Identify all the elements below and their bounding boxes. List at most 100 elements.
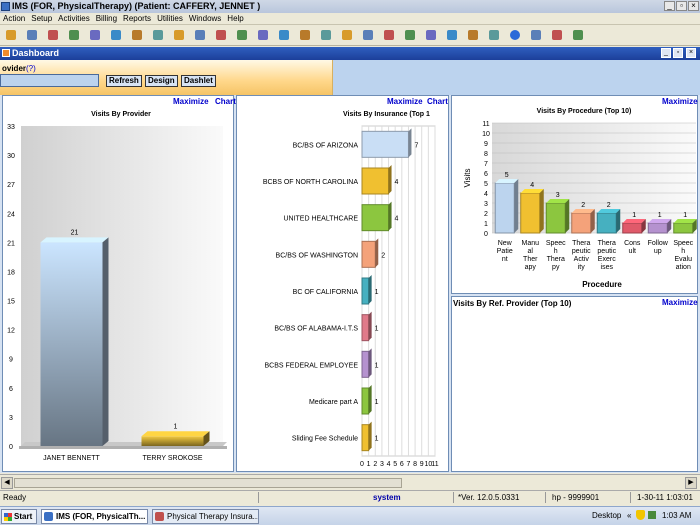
- provider-input[interactable]: [0, 74, 99, 87]
- x-tick-label: Manu al Ther apy: [521, 240, 539, 271]
- reports-icon[interactable]: [172, 28, 186, 42]
- notes-icon[interactable]: [67, 28, 81, 42]
- visits-by-procedure-panel: Maximize Visits By Procedure (Top 10) 0 1 2…: [451, 95, 698, 294]
- taskbar-item-ims[interactable]: IMS (FOR, PhysicalTh...: [41, 509, 148, 524]
- data-label: 1: [683, 212, 687, 219]
- payments-icon[interactable]: [130, 28, 144, 42]
- design-button[interactable]: Design: [145, 75, 178, 87]
- bar-top: [546, 199, 570, 203]
- menu-action[interactable]: Action: [0, 13, 28, 25]
- menu-windows[interactable]: Windows: [186, 13, 224, 25]
- y-tick-label: 12: [7, 328, 15, 335]
- data-label: 1: [174, 423, 178, 430]
- search-icon[interactable]: [256, 28, 270, 42]
- statements-icon[interactable]: [151, 28, 165, 42]
- x-tick-label-line: Manu: [521, 240, 539, 247]
- maximize-link[interactable]: Maximize: [387, 97, 423, 106]
- exit-icon[interactable]: [571, 28, 585, 42]
- y-tick-label: 3: [484, 201, 488, 208]
- forms-icon[interactable]: [361, 28, 375, 42]
- data-label: 2: [607, 202, 611, 209]
- menu-utilities[interactable]: Utilities: [154, 13, 186, 25]
- tray-chevron-icon[interactable]: «: [627, 511, 631, 520]
- edit-icon[interactable]: [277, 28, 291, 42]
- x-tick-label-line: New: [498, 240, 513, 247]
- stats-icon-glyph: [384, 30, 394, 40]
- x-tick-label-line: ises: [601, 264, 614, 271]
- menu-billing[interactable]: Billing: [93, 13, 120, 25]
- x-tick-label: 1: [367, 461, 371, 468]
- help-icon[interactable]: [508, 28, 522, 42]
- dashboard-close-button[interactable]: ×: [686, 48, 696, 58]
- data-label: 5: [505, 172, 509, 179]
- x-tick-label-line: h: [681, 248, 685, 255]
- dashboard-title: Dashboard: [12, 48, 60, 58]
- x-tick-label: Thera peutic Activ ity: [572, 240, 591, 271]
- x-tick-label-line: py: [552, 264, 560, 271]
- menu-help[interactable]: Help: [224, 13, 246, 25]
- minimize-button[interactable]: _: [664, 1, 675, 11]
- calendar-icon[interactable]: [46, 28, 60, 42]
- dashboard-header: Dashboard _ ▫ ×: [0, 47, 700, 60]
- stats-icon[interactable]: [382, 28, 396, 42]
- maximize-link[interactable]: Maximize: [662, 298, 698, 307]
- windows-logo-icon: [4, 513, 12, 521]
- recall-icon[interactable]: [298, 28, 312, 42]
- shield-icon[interactable]: [636, 510, 645, 520]
- menu-setup[interactable]: Setup: [28, 13, 55, 25]
- bar-side: [565, 199, 570, 233]
- network-icon[interactable]: [648, 511, 656, 519]
- horizontal-scrollbar[interactable]: ◀ ▶: [0, 474, 700, 490]
- y-tick-label: 21: [7, 240, 15, 247]
- y-tick-label: 24: [7, 211, 15, 218]
- menu-reports[interactable]: Reports: [120, 13, 154, 25]
- recall-icon-glyph: [300, 30, 310, 40]
- dashboard-restore-button[interactable]: ▫: [673, 48, 683, 58]
- group-icon[interactable]: [319, 28, 333, 42]
- restore-button[interactable]: ▫: [676, 1, 687, 11]
- dashboard-minimize-button[interactable]: _: [661, 48, 671, 58]
- secure-icon[interactable]: [550, 28, 564, 42]
- chart-link[interactable]: Chart: [215, 97, 236, 106]
- x-tick-label-line: h: [554, 248, 558, 255]
- taskbar-item-physical-therapy[interactable]: Physical Therapy Insura...: [152, 509, 259, 524]
- word-icon[interactable]: [466, 28, 480, 42]
- tasks-icon-glyph: [405, 30, 415, 40]
- x-tick-label-line: peutic: [597, 248, 616, 255]
- status-datetime: 1-30-11 1:03:01: [637, 493, 693, 502]
- email-icon[interactable]: [487, 28, 501, 42]
- claims-icon[interactable]: [109, 28, 123, 42]
- y-tick-label: 9: [9, 357, 13, 364]
- y-tick-label: BC/BS OF ALABAMA-I.T.S: [274, 326, 358, 333]
- bar-top: [622, 219, 646, 223]
- patient-icon[interactable]: [4, 28, 18, 42]
- desktop-toolbar-label[interactable]: Desktop: [592, 511, 621, 520]
- close-button[interactable]: ×: [688, 1, 699, 11]
- maximize-link[interactable]: Maximize: [173, 97, 209, 106]
- chart-icon[interactable]: [88, 28, 102, 42]
- scroll-left-button[interactable]: ◀: [1, 477, 13, 489]
- help-marker[interactable]: (?): [26, 64, 36, 73]
- ledger-icon[interactable]: [193, 28, 207, 42]
- x-tick-label-line: Cons: [624, 240, 641, 247]
- chart-title: Visits By Procedure (Top 10): [537, 108, 632, 115]
- fax-icon[interactable]: [445, 28, 459, 42]
- x-tick-label-line: Exerc: [598, 256, 616, 263]
- x-axis-label: Procedure: [582, 280, 622, 289]
- lock-icon[interactable]: [25, 28, 39, 42]
- tasks-icon[interactable]: [403, 28, 417, 42]
- document-icon[interactable]: [424, 28, 438, 42]
- start-button[interactable]: Start: [1, 509, 37, 524]
- menu-activities[interactable]: Activities: [55, 13, 93, 25]
- letter-icon[interactable]: [235, 28, 249, 42]
- chart-link[interactable]: Chart: [427, 97, 448, 106]
- scroll-thumb[interactable]: [14, 478, 402, 488]
- schedule-icon[interactable]: [340, 28, 354, 42]
- dashlet-button[interactable]: Dashlet: [181, 75, 216, 87]
- x-tick-label-line: ult: [629, 248, 636, 255]
- scroll-right-button[interactable]: ▶: [685, 477, 697, 489]
- key-icon[interactable]: [529, 28, 543, 42]
- data-label: 1: [375, 326, 379, 333]
- refresh-button[interactable]: Refresh: [106, 75, 142, 87]
- card-icon[interactable]: [214, 28, 228, 42]
